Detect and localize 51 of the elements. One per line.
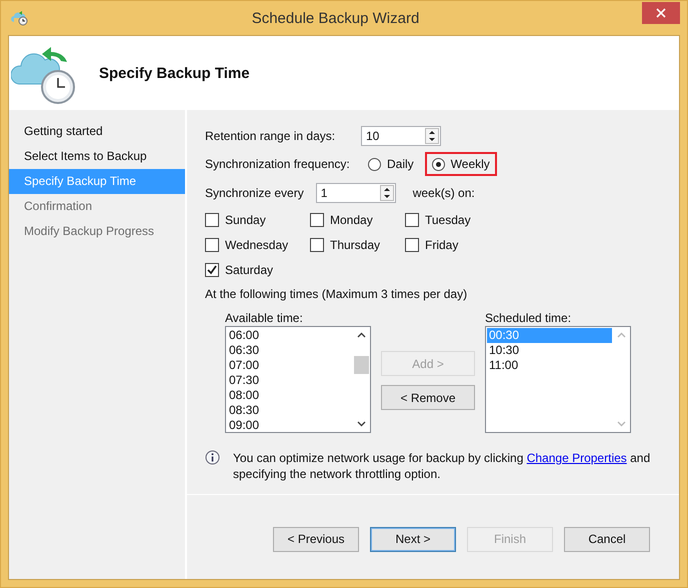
cloud-clock-icon	[11, 10, 29, 26]
sidebar-item[interactable]: Select Items to Backup	[9, 144, 185, 169]
interval-field[interactable]: 1	[316, 183, 396, 203]
sync-every-label: Synchronize every	[205, 186, 304, 200]
time-item[interactable]: 09:00	[227, 418, 352, 433]
available-label: Available time:	[225, 311, 304, 325]
scheduled-time-list[interactable]: 00:30 10:30 11:00	[485, 326, 631, 433]
info-icon	[205, 450, 220, 465]
time-item[interactable]: 11:00	[487, 358, 612, 373]
day-checkbox[interactable]: Tuesday	[405, 210, 500, 229]
wizard-button[interactable]: Cancel	[564, 526, 650, 552]
time-item[interactable]: 06:30	[227, 343, 352, 358]
day-checkbox[interactable]: Friday	[405, 235, 500, 254]
day-checkbox[interactable]: Saturday	[205, 260, 310, 279]
available-time-list[interactable]: 06:00 06:30 07:00 07:30 08:00 08:30 09:00	[225, 326, 371, 433]
frequency-label: Synchronization frequency:	[205, 157, 351, 171]
spin-arrows-icon	[425, 128, 439, 144]
wizard-button[interactable]: Next >	[370, 526, 456, 552]
wizard-button[interactable]: < Previous	[273, 526, 359, 552]
scroll-down-icon	[617, 421, 626, 427]
sidebar-item[interactable]: Getting started	[9, 119, 185, 144]
time-item[interactable]: 08:30	[227, 403, 352, 418]
info-text: You can optimize network usage for backup by clicking Change Properties and specifying the network throttling option.	[233, 450, 652, 482]
day-checkbox[interactable]: Wednesday	[205, 235, 310, 254]
scroll-thumb[interactable]	[354, 356, 369, 374]
retention-field[interactable]: 10	[361, 126, 441, 146]
scroll-down-icon[interactable]	[357, 421, 366, 427]
scheduled-label: Scheduled time:	[485, 311, 572, 325]
scroll-up-icon	[617, 332, 626, 338]
times-label: At the following times (Maximum 3 times per day)	[205, 287, 468, 301]
day-checkbox[interactable]: Thursday	[310, 235, 405, 254]
time-item[interactable]: 07:00	[227, 358, 352, 373]
weeks-label: week(s) on:	[412, 186, 475, 200]
time-item[interactable]: 10:30	[487, 343, 612, 358]
day-checkbox[interactable]: Monday	[310, 210, 405, 229]
check-icon	[206, 264, 218, 276]
change-properties-link[interactable]: Change Properties	[526, 451, 627, 465]
spin-arrows-icon	[380, 185, 394, 201]
time-item[interactable]: 07:30	[227, 373, 352, 388]
close-button[interactable]	[642, 2, 680, 24]
page-title: Specify Backup Time	[99, 64, 250, 82]
close-icon	[656, 8, 666, 18]
time-item[interactable]: 08:00	[227, 388, 352, 403]
retention-label: Retention range in days:	[205, 129, 336, 143]
move-button[interactable]: < Remove	[381, 385, 475, 410]
radio-option[interactable]: Weekly	[424, 152, 497, 176]
scroll-up-icon[interactable]	[357, 332, 366, 338]
day-checkbox[interactable]: Sunday	[205, 210, 310, 229]
radio-option[interactable]: Daily	[361, 152, 421, 176]
window-title: Schedule Backup Wizard	[250, 10, 420, 26]
time-item[interactable]: 06:00	[227, 328, 352, 343]
